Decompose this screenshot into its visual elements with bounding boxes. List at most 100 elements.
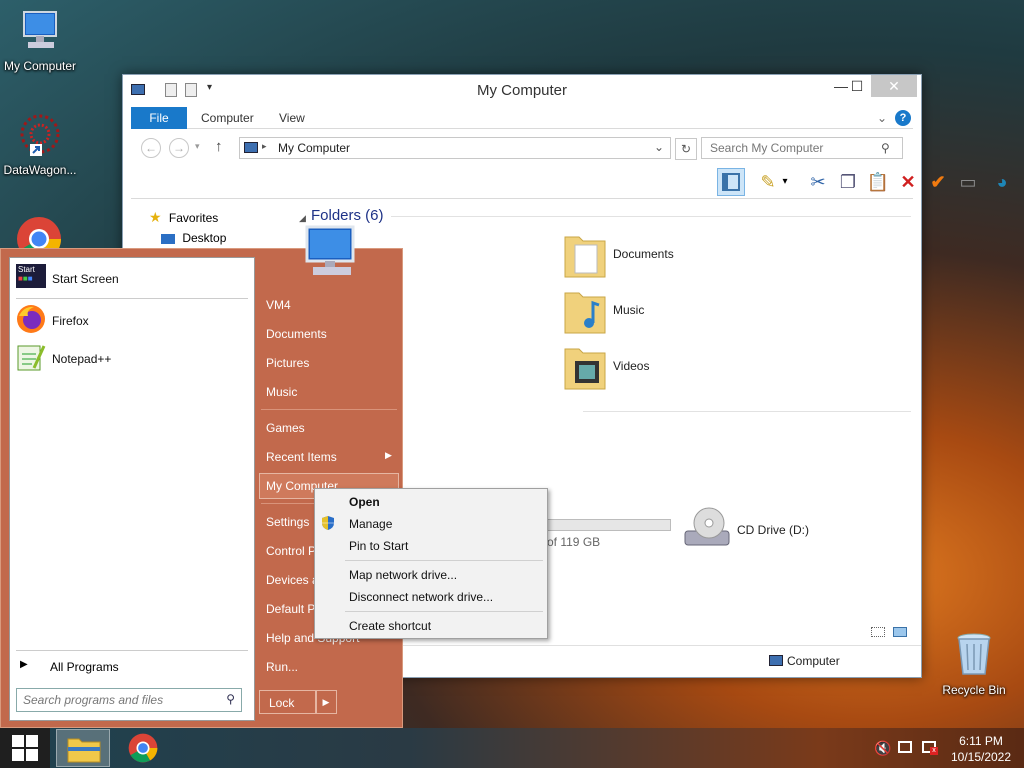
start-link-games[interactable]: Games bbox=[266, 421, 305, 435]
start-programs-pane: Start ■■■ Start Screen Firefox Notepad++ … bbox=[9, 257, 255, 721]
clock-date[interactable]: 10/15/2022 bbox=[946, 750, 1016, 764]
properties-icon[interactable]: ✎ bbox=[755, 169, 781, 195]
taskbar-file-explorer[interactable] bbox=[56, 729, 110, 767]
copy-icon[interactable]: ❐ bbox=[835, 169, 861, 195]
maximize-button[interactable]: ☐ bbox=[843, 75, 871, 97]
search-placeholder: Search programs and files bbox=[23, 693, 164, 707]
nav-label: Favorites bbox=[168, 211, 219, 225]
ribbon-tabs: File Computer View ⌄ ? bbox=[131, 107, 913, 129]
folder-item-videos[interactable]: Videos bbox=[563, 343, 763, 393]
address-bar[interactable]: ▸ My Computer ⌄ bbox=[239, 137, 671, 159]
notepadpp-icon bbox=[17, 345, 46, 371]
clock-time[interactable]: 6:11 PM bbox=[946, 734, 1016, 748]
all-programs-button[interactable]: ▶ All Programs bbox=[16, 658, 248, 678]
collapse-group-icon[interactable]: ◢ bbox=[299, 213, 306, 224]
menu-item-create-shortcut[interactable]: Create shortcut bbox=[349, 619, 431, 633]
start-link-music[interactable]: Music bbox=[266, 385, 297, 399]
preview-pane-button[interactable] bbox=[717, 168, 745, 196]
title-bar[interactable]: ▾ My Computer — ☐ ✕ bbox=[123, 75, 921, 105]
forward-button[interactable]: → bbox=[169, 138, 189, 158]
address-row: ← → ▾ ↑ ▸ My Computer ⌄ ↻ Search My Comp… bbox=[131, 133, 913, 163]
breadcrumb[interactable]: My Computer bbox=[278, 141, 350, 155]
divider bbox=[16, 298, 248, 299]
menu-item-open[interactable]: Open bbox=[349, 495, 380, 509]
firefox-icon bbox=[17, 305, 45, 333]
program-label: Notepad++ bbox=[52, 352, 112, 366]
start-link-recent-items[interactable]: Recent Items bbox=[266, 450, 337, 464]
desktop-icon-my-computer[interactable]: My Computer bbox=[0, 8, 80, 73]
recent-locations-chevron-icon[interactable]: ▾ bbox=[195, 141, 200, 152]
delete-icon[interactable]: ✕ bbox=[895, 169, 921, 195]
divider bbox=[583, 411, 911, 412]
address-dropdown-chevron-icon[interactable]: ⌄ bbox=[654, 140, 664, 154]
chrome-desktop-icon[interactable] bbox=[16, 216, 62, 248]
tab-computer[interactable]: Computer bbox=[187, 107, 268, 129]
up-button[interactable]: ↑ bbox=[215, 138, 223, 155]
start-link-pictures[interactable]: Pictures bbox=[266, 356, 309, 370]
volume-muted-icon[interactable]: 🔇 bbox=[874, 740, 891, 757]
start-link-run[interactable]: Run... bbox=[266, 660, 298, 674]
lock-label: Lock bbox=[269, 696, 295, 710]
recycle-bin-icon bbox=[957, 633, 991, 675]
program-firefox[interactable]: Firefox bbox=[16, 304, 248, 338]
start-link-settings[interactable]: Settings bbox=[266, 515, 309, 529]
paste-icon[interactable]: 📋 bbox=[865, 169, 891, 195]
folder-item-music[interactable]: Music bbox=[563, 287, 763, 337]
nav-item-favorites[interactable]: ★ Favorites bbox=[149, 209, 218, 226]
tab-file[interactable]: File bbox=[131, 107, 187, 129]
menu-item-manage[interactable]: Manage bbox=[349, 517, 392, 531]
folder-label: Music bbox=[613, 303, 645, 317]
nav-item-desktop[interactable]: Desktop bbox=[161, 231, 226, 245]
drive-item-cd[interactable]: CD Drive (D:) bbox=[683, 503, 883, 553]
lock-button[interactable]: Lock bbox=[259, 690, 317, 714]
back-button[interactable]: ← bbox=[141, 138, 161, 158]
power-options-button[interactable]: ▶ bbox=[315, 690, 337, 714]
videos-folder-icon bbox=[564, 348, 606, 390]
select-icon[interactable]: ✔ bbox=[925, 169, 951, 195]
view-dropdown-chevron-icon[interactable]: ▾ bbox=[779, 169, 791, 195]
divider bbox=[345, 560, 543, 561]
start-button[interactable] bbox=[0, 728, 50, 768]
desktop-icon-label: Recycle Bin bbox=[942, 683, 1006, 697]
folder-item-documents[interactable]: Documents bbox=[563, 231, 763, 281]
desktop-icon-datawagon[interactable]: DataWagon... bbox=[0, 112, 80, 177]
start-link-vm4[interactable]: VM4 bbox=[266, 298, 291, 312]
network-icon[interactable]: ◕ bbox=[989, 169, 1015, 195]
start-search-input[interactable]: Search programs and files ⚲ bbox=[16, 688, 242, 712]
menu-item-pin-to-start[interactable]: Pin to Start bbox=[349, 539, 408, 553]
menu-item-map-network-drive[interactable]: Map network drive... bbox=[349, 568, 457, 582]
toolbar: ✎ ▾ ✂ ❐ 📋 ✕ ✔ ▭ ◕ bbox=[131, 165, 1007, 199]
program-notepadpp[interactable]: Notepad++ bbox=[16, 342, 248, 376]
computer-small-icon bbox=[769, 655, 783, 666]
program-start-screen[interactable]: Start ■■■ Start Screen bbox=[16, 262, 248, 296]
action-center-icon[interactable]: x bbox=[922, 741, 938, 755]
menu-item-disconnect-network-drive[interactable]: Disconnect network drive... bbox=[349, 590, 493, 604]
large-icons-view-icon[interactable] bbox=[893, 627, 907, 637]
start-link-documents[interactable]: Documents bbox=[266, 327, 327, 341]
details-view-icon[interactable] bbox=[871, 627, 885, 637]
search-icon[interactable]: ⚲ bbox=[881, 141, 890, 155]
window-title: My Computer bbox=[476, 82, 568, 99]
group-header-folders[interactable]: Folders (6) bbox=[311, 207, 384, 224]
close-button[interactable]: ✕ bbox=[871, 75, 917, 97]
documents-folder-icon bbox=[564, 236, 606, 278]
triangle-right-icon: ▶ bbox=[20, 659, 28, 670]
breadcrumb-chevron-icon: ▸ bbox=[262, 141, 267, 151]
chrome-icon bbox=[128, 733, 158, 763]
tab-view[interactable]: View bbox=[265, 107, 319, 129]
cd-drive-icon bbox=[684, 507, 730, 546]
folder-label: Videos bbox=[613, 359, 650, 373]
cut-icon[interactable]: ✂ bbox=[805, 169, 831, 195]
help-icon[interactable]: ? bbox=[895, 110, 911, 126]
desktop-icon-recycle-bin[interactable]: Recycle Bin bbox=[934, 630, 1014, 697]
drive-label: CD Drive (D:) bbox=[737, 523, 809, 537]
network-tray-icon[interactable] bbox=[898, 741, 912, 753]
search-input[interactable]: Search My Computer bbox=[701, 137, 903, 159]
taskbar-chrome[interactable] bbox=[118, 729, 168, 767]
desktop-folder-icon bbox=[161, 233, 175, 244]
refresh-button[interactable]: ↻ bbox=[675, 138, 697, 160]
rename-icon[interactable]: ▭ bbox=[955, 169, 981, 195]
windows-logo-icon bbox=[12, 735, 38, 761]
ribbon-expand-chevron-icon[interactable]: ⌄ bbox=[877, 111, 887, 125]
folder-label: Documents bbox=[613, 247, 674, 261]
